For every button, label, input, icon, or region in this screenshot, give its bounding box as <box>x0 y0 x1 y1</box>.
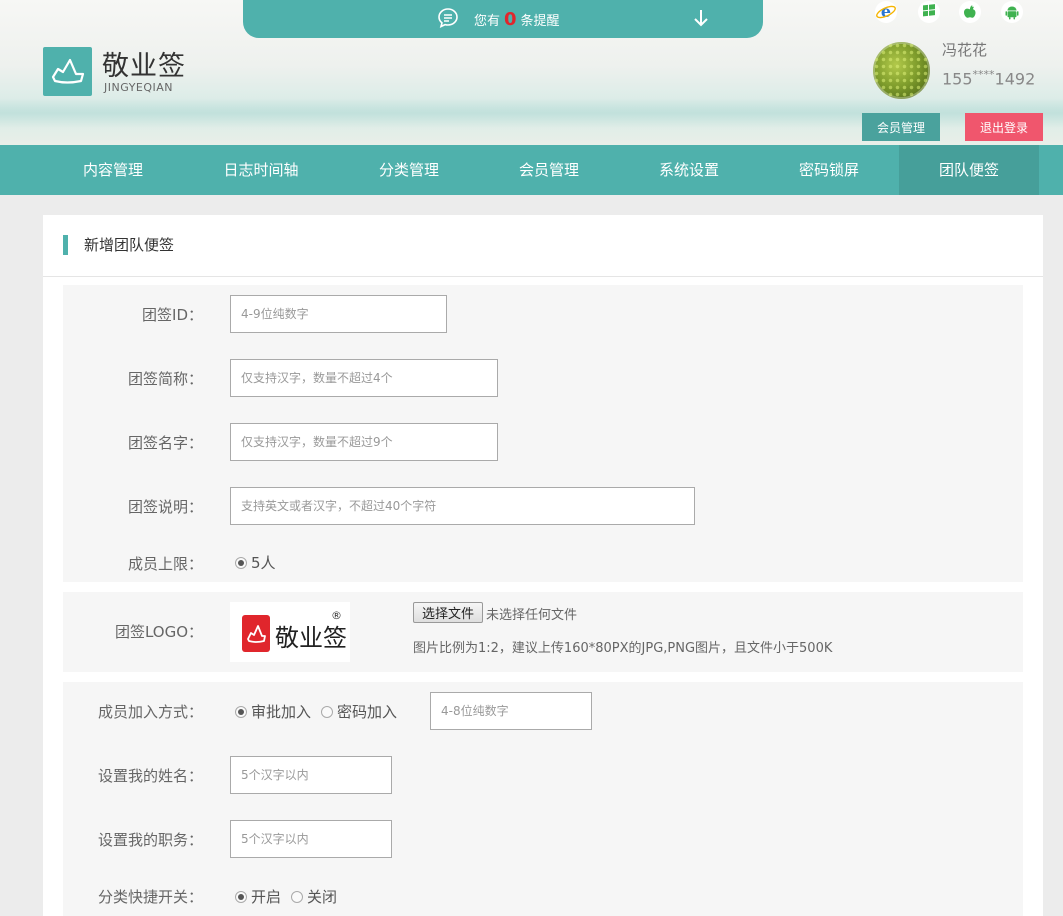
join-method-options: 审批加入 密码加入 <box>235 701 407 722</box>
quick-switch-options: 开启 关闭 <box>235 886 347 907</box>
membership-section: 成员加入方式： 审批加入 密码加入 设置我的姓名： 设置我的职务： 分类快捷开关… <box>63 682 1023 916</box>
user-name: 冯花花 <box>942 41 988 59</box>
short-name-label: 团签简称： <box>127 370 203 388</box>
brand-name: 敬业签 <box>102 51 186 82</box>
join-password-radio[interactable] <box>321 705 334 718</box>
page-title: 新增团队便签 <box>63 235 174 255</box>
ie-icon[interactable]: e <box>874 0 898 24</box>
member-management-button[interactable]: 会员管理 <box>862 113 940 141</box>
registered-mark: ® <box>331 609 342 622</box>
member-limit-radio[interactable] <box>235 556 247 569</box>
notification-text: 您有 0 条提醒 <box>474 9 560 30</box>
quick-switch-on-label: 开启 <box>251 888 282 906</box>
logo-label: 团签LOGO： <box>114 623 203 641</box>
basic-info-section: 团签ID： 团签简称： 团签名字： 团签说明： 成员上限： 5人 <box>63 285 1023 582</box>
my-title-label: 设置我的职务： <box>97 831 203 849</box>
team-id-input[interactable] <box>230 295 447 333</box>
my-name-label: 设置我的姓名： <box>97 767 203 785</box>
team-id-label: 团签ID： <box>142 306 203 324</box>
nav-item-members[interactable]: 会员管理 <box>479 145 619 195</box>
nav-item-lockscreen[interactable]: 密码锁屏 <box>759 145 899 195</box>
divider <box>43 276 1043 277</box>
apple-icon[interactable] <box>958 0 982 24</box>
brand-logo[interactable] <box>43 47 92 96</box>
brand-pinyin: JINGYEQIAN <box>104 81 174 94</box>
my-name-input[interactable] <box>230 756 392 794</box>
join-password-label: 密码加入 <box>337 703 398 721</box>
android-icon[interactable] <box>1000 0 1024 24</box>
short-name-input[interactable] <box>230 359 498 397</box>
join-approve-label: 审批加入 <box>251 703 312 721</box>
nav-item-content[interactable]: 内容管理 <box>43 145 183 195</box>
logo-section: 团签LOGO： 敬业签 ® 选择文件 未选择任何文件 图片比例为1:2，建议上传… <box>63 592 1023 672</box>
nav-item-settings[interactable]: 系统设置 <box>619 145 759 195</box>
logout-button[interactable]: 退出登录 <box>965 113 1043 141</box>
logo-preview: 敬业签 ® <box>230 602 350 662</box>
notification-bar[interactable]: 您有 0 条提醒 <box>243 0 763 38</box>
logo-mark-icon <box>242 615 270 652</box>
choose-file-button[interactable]: 选择文件 <box>413 602 484 623</box>
full-name-input[interactable] <box>230 423 498 461</box>
quick-switch-label: 分类快捷开关： <box>97 888 203 906</box>
avatar[interactable] <box>873 42 930 99</box>
boat-icon <box>51 58 85 84</box>
full-name-label: 团签名字： <box>127 434 203 452</box>
nav-item-categories[interactable]: 分类管理 <box>339 145 479 195</box>
quick-switch-off-radio[interactable] <box>291 890 304 903</box>
header: 您有 0 条提醒 敬业签 JINGYEQIAN e 冯花花 155****149… <box>0 0 1063 145</box>
join-password-input[interactable] <box>430 692 592 730</box>
notification-prefix: 您有 <box>474 14 501 29</box>
windows-icon[interactable] <box>917 0 941 24</box>
my-title-input[interactable] <box>230 820 392 858</box>
content-card: 新增团队便签 团签ID： 团签简称： 团签名字： 团签说明： 成员上限： 5人 … <box>43 215 1043 916</box>
description-label: 团签说明： <box>127 498 203 516</box>
description-input[interactable] <box>230 487 695 525</box>
join-method-label: 成员加入方式： <box>97 703 203 721</box>
notification-suffix: 条提醒 <box>520 14 560 29</box>
notification-count: 0 <box>504 9 517 30</box>
member-limit-options: 5人 <box>235 552 286 573</box>
member-limit-label: 成员上限： <box>127 555 203 573</box>
quick-switch-off-label: 关闭 <box>307 888 338 906</box>
file-status: 未选择任何文件 <box>486 608 578 623</box>
main-nav: 内容管理 日志时间轴 分类管理 会员管理 系统设置 密码锁屏 团队便签 <box>0 145 1063 195</box>
logo-upload-hint: 图片比例为1:2，建议上传160*80PX的JPG,PNG图片，且文件小于500… <box>413 641 833 656</box>
user-phone: 155****1492 <box>942 68 1036 89</box>
chat-bubble-icon <box>436 6 460 30</box>
svg-text:e: e <box>881 2 891 21</box>
quick-switch-on-radio[interactable] <box>235 890 247 903</box>
member-limit-option-label: 5人 <box>251 554 276 572</box>
nav-item-team-notes[interactable]: 团队便签 <box>899 145 1039 195</box>
arrow-down-icon[interactable] <box>692 8 710 28</box>
nav-item-log-timeline[interactable]: 日志时间轴 <box>191 145 331 195</box>
logo-preview-text: 敬业签 <box>275 624 347 652</box>
join-approve-radio[interactable] <box>235 705 247 718</box>
